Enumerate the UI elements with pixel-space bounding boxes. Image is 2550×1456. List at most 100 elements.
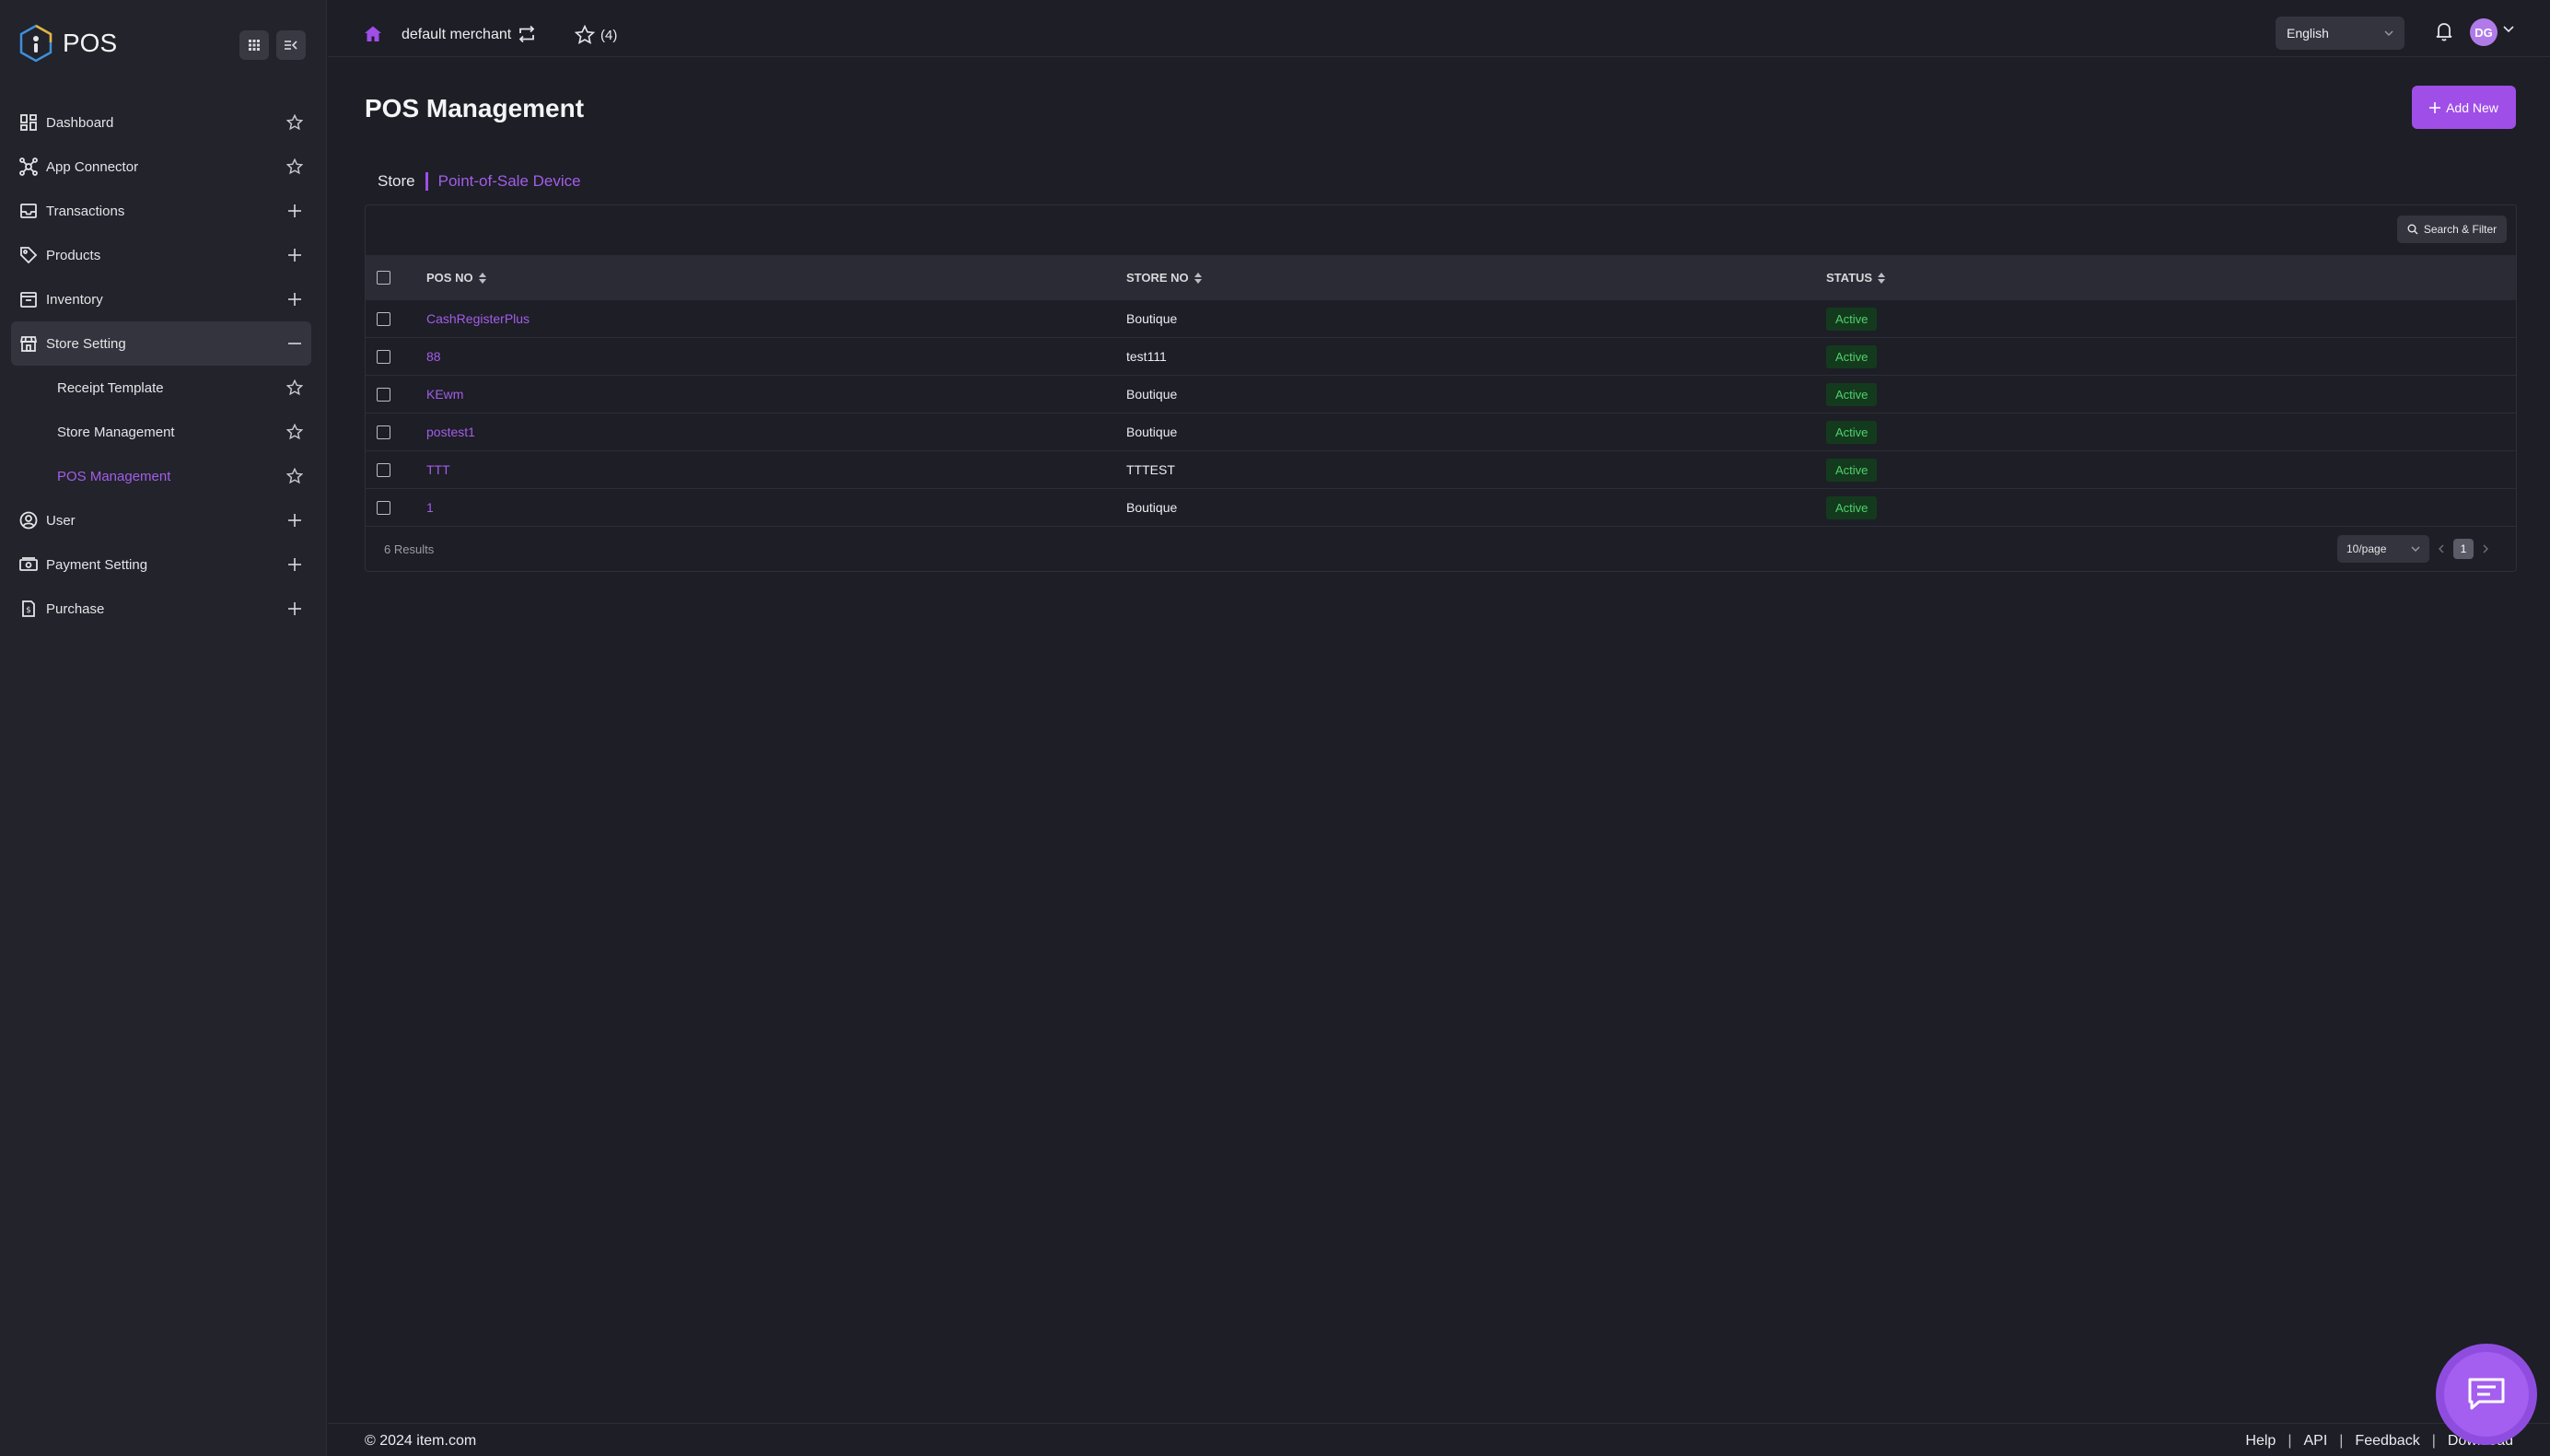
top-header: default merchant (4) English DG xyxy=(328,0,2550,57)
svg-text:$: $ xyxy=(26,606,31,615)
sidebar-item-purchase[interactable]: $ Purchase xyxy=(11,587,311,631)
plus-icon[interactable] xyxy=(284,288,306,310)
table-row: TTT TTTEST Active xyxy=(366,451,2516,489)
products-icon xyxy=(18,245,39,265)
sidebar-item-label: User xyxy=(46,512,76,529)
pos-no-link[interactable]: CashRegisterPlus xyxy=(426,311,530,326)
table-row: postest1 Boutique Active xyxy=(366,414,2516,451)
sidebar-item-user[interactable]: User xyxy=(11,498,311,542)
switch-merchant-icon[interactable] xyxy=(518,25,536,43)
chevron-down-icon xyxy=(2384,30,2393,36)
star-icon[interactable] xyxy=(284,421,306,443)
star-icon[interactable] xyxy=(284,156,306,178)
page-size-select[interactable]: 10/page xyxy=(2337,535,2429,563)
star-icon xyxy=(575,25,595,44)
sidebar-item-pos-management[interactable]: POS Management xyxy=(11,454,311,498)
plus-icon[interactable] xyxy=(284,200,306,222)
apps-grid-button[interactable] xyxy=(239,30,269,60)
bell-icon[interactable] xyxy=(2435,21,2453,41)
sidebar-item-label: Receipt Template xyxy=(57,379,164,396)
star-icon[interactable] xyxy=(284,377,306,399)
footer-link-help[interactable]: Help xyxy=(2245,1433,2276,1450)
sidebar-item-app-connector[interactable]: App Connector xyxy=(11,145,311,189)
sidebar-item-label: Transactions xyxy=(46,203,125,219)
next-page-button[interactable] xyxy=(2477,538,2494,560)
page-number-button[interactable]: 1 xyxy=(2453,539,2474,559)
sidebar-item-receipt-template[interactable]: Receipt Template xyxy=(11,366,311,410)
column-store-no[interactable]: STORE NO xyxy=(1126,271,1826,285)
column-label: POS NO xyxy=(426,271,473,285)
collapse-menu-icon xyxy=(285,41,297,50)
status-badge: Active xyxy=(1826,458,1878,482)
language-value: English xyxy=(2287,26,2329,41)
avatar[interactable]: DG xyxy=(2470,18,2498,46)
status-badge: Active xyxy=(1826,344,1878,368)
pos-no-link[interactable]: postest1 xyxy=(426,425,475,439)
sidebar-item-store-setting[interactable]: Store Setting xyxy=(11,321,311,366)
plus-icon[interactable] xyxy=(284,553,306,576)
footer-link-feedback[interactable]: Feedback xyxy=(2355,1433,2419,1450)
pos-no-link[interactable]: KEwm xyxy=(426,387,463,402)
sidebar-item-store-management[interactable]: Store Management xyxy=(11,410,311,454)
plus-icon[interactable] xyxy=(284,244,306,266)
minus-icon[interactable] xyxy=(284,332,306,355)
store-no: Boutique xyxy=(1126,500,1178,515)
footer-separator: | xyxy=(2288,1433,2292,1449)
sidebar-item-label: Products xyxy=(46,247,101,263)
sidebar-item-label: Store Setting xyxy=(46,335,126,352)
hexagon-logo-icon xyxy=(19,24,52,63)
collapse-sidebar-button[interactable] xyxy=(276,30,306,60)
status-badge: Active xyxy=(1826,495,1878,519)
footer-link-api[interactable]: API xyxy=(2303,1433,2327,1450)
chevron-right-icon xyxy=(2483,544,2488,553)
plus-icon xyxy=(2429,101,2441,113)
chat-icon xyxy=(2468,1378,2505,1410)
pos-no-link[interactable]: TTT xyxy=(426,462,450,477)
breadcrumb-store[interactable]: Store xyxy=(378,172,415,191)
table-row: 1 Boutique Active xyxy=(366,489,2516,527)
chevron-down-icon[interactable] xyxy=(2503,26,2514,33)
store-no: Boutique xyxy=(1126,387,1178,402)
plus-icon[interactable] xyxy=(284,509,306,531)
star-icon[interactable] xyxy=(284,111,306,134)
favorites-button[interactable]: (4) xyxy=(575,25,617,45)
add-new-button[interactable]: Add New xyxy=(2412,86,2516,129)
row-checkbox[interactable] xyxy=(377,462,390,477)
sidebar: POS Dashboard App Connector Transactions… xyxy=(0,0,327,1456)
sidebar-item-label: Store Management xyxy=(57,424,175,440)
chat-support-button[interactable] xyxy=(2436,1344,2537,1445)
table-row: 88 test111 Active xyxy=(366,338,2516,376)
row-checkbox[interactable] xyxy=(377,500,390,515)
inventory-icon xyxy=(18,289,39,309)
copyright: © 2024 item.com xyxy=(365,1433,477,1449)
sidebar-item-label: Inventory xyxy=(46,291,103,308)
language-select[interactable]: English xyxy=(2276,17,2404,50)
table-row: CashRegisterPlus Boutique Active xyxy=(366,300,2516,338)
select-all-checkbox[interactable] xyxy=(377,271,390,285)
row-checkbox[interactable] xyxy=(377,425,390,439)
merchant-name[interactable]: default merchant xyxy=(402,27,511,43)
column-status[interactable]: STATUS xyxy=(1826,271,2516,285)
prev-page-button[interactable] xyxy=(2433,538,2450,560)
grid-icon xyxy=(249,40,260,51)
search-filter-label: Search & Filter xyxy=(2423,223,2498,236)
sidebar-item-inventory[interactable]: Inventory xyxy=(11,277,311,321)
home-icon[interactable] xyxy=(364,25,382,43)
sidebar-item-products[interactable]: Products xyxy=(11,233,311,277)
sidebar-item-dashboard[interactable]: Dashboard xyxy=(11,100,311,145)
search-filter-button[interactable]: Search & Filter xyxy=(2397,215,2507,243)
pos-no-link[interactable]: 1 xyxy=(426,500,434,515)
column-pos-no[interactable]: POS NO xyxy=(426,271,1126,285)
row-checkbox[interactable] xyxy=(377,311,390,326)
pos-no-link[interactable]: 88 xyxy=(426,349,441,364)
sidebar-item-payment-setting[interactable]: Payment Setting xyxy=(11,542,311,587)
store-icon xyxy=(18,333,39,354)
row-checkbox[interactable] xyxy=(377,387,390,402)
app-name: POS xyxy=(63,29,118,57)
plus-icon[interactable] xyxy=(284,598,306,620)
app-logo[interactable]: POS xyxy=(18,24,117,63)
store-no: TTTEST xyxy=(1126,462,1175,477)
row-checkbox[interactable] xyxy=(377,349,390,364)
sidebar-item-transactions[interactable]: Transactions xyxy=(11,189,311,233)
star-icon[interactable] xyxy=(284,465,306,487)
